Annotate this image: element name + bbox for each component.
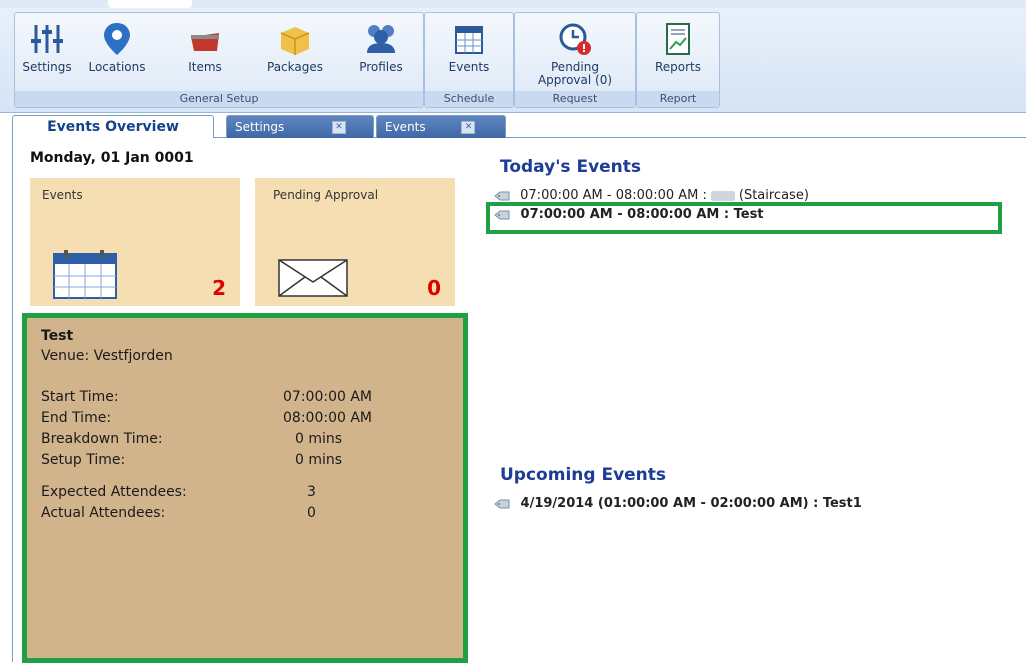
- detail-label-actual-attendees: Actual Attendees:: [41, 505, 166, 521]
- pending-approval-tile-title: Pending Approval: [273, 188, 379, 202]
- tag-icon: [494, 499, 510, 508]
- clock-alert-icon: [559, 23, 591, 55]
- settings-label: Settings: [22, 60, 72, 74]
- detail-value-actual-attendees: 0: [307, 505, 316, 521]
- today-event-item-selected[interactable]: 07:00:00 AM - 08:00:00 AM : Test: [494, 207, 764, 222]
- events-tile[interactable]: Events 2: [30, 178, 240, 306]
- detail-value-start-time: 07:00:00 AM: [283, 389, 372, 405]
- sliders-icon: [31, 25, 63, 53]
- profiles-label: Profiles: [359, 60, 403, 74]
- package-box-icon: [280, 27, 310, 55]
- today-event-location: (Staircase): [738, 188, 809, 203]
- reports-label: Reports: [654, 60, 702, 74]
- detail-value-expected-attendees: 3: [307, 484, 316, 500]
- items-button[interactable]: Items: [175, 19, 235, 89]
- detail-label-start-time: Start Time:: [41, 389, 119, 405]
- panel-left-border: [12, 137, 13, 662]
- tab-events-overview[interactable]: Events Overview: [12, 115, 214, 138]
- tab-events[interactable]: Events ✕: [376, 115, 506, 138]
- report-chart-icon: [666, 23, 690, 55]
- group-request: Pending Approval (0) Request: [514, 12, 636, 108]
- locations-button[interactable]: Locations: [87, 19, 147, 89]
- detail-label-setup-time: Setup Time:: [41, 452, 126, 468]
- pending-approval-button[interactable]: Pending Approval (0): [533, 19, 617, 89]
- events-tile-title: Events: [42, 188, 83, 202]
- event-detail-panel: Test Venue: Vestfjorden Start Time: 07:0…: [22, 313, 468, 663]
- group-label-schedule: Schedule: [425, 91, 513, 107]
- packages-button[interactable]: Packages: [265, 19, 325, 89]
- locations-label: Locations: [88, 60, 146, 74]
- tab-events-close-icon[interactable]: ✕: [461, 121, 476, 134]
- packages-label: Packages: [267, 60, 323, 74]
- event-detail-title: Test: [41, 328, 74, 344]
- settings-button[interactable]: Settings: [17, 19, 77, 89]
- tab-settings-label: Settings: [235, 120, 285, 134]
- reports-button[interactable]: Reports: [648, 19, 708, 89]
- upcoming-events-heading: Upcoming Events: [500, 465, 667, 485]
- detail-value-setup-time: 0 mins: [295, 452, 343, 468]
- today-event-item[interactable]: 07:00:00 AM - 08:00:00 AM : (Staircase): [494, 188, 809, 203]
- group-label-general-setup: General Setup: [15, 91, 423, 107]
- tab-settings[interactable]: Settings ✕: [226, 115, 374, 138]
- calendar-icon: [53, 250, 117, 299]
- events-ribbon-button[interactable]: Events: [439, 19, 499, 89]
- pending-approval-label: Pending Approval (0): [537, 60, 613, 87]
- basket-icon: [191, 33, 219, 51]
- tag-icon: [494, 191, 510, 200]
- document-tabstrip: Events Overview Settings ✕ Events ✕: [12, 115, 1026, 138]
- tag-icon: [494, 210, 510, 219]
- events-ribbon-label: Events: [448, 60, 490, 74]
- group-general-setup: Settings Locations Items Packages Profil…: [14, 12, 424, 108]
- events-count: 2: [212, 276, 226, 300]
- ribbon-top-tab[interactable]: [108, 0, 192, 8]
- tab-events-label: Events: [385, 120, 426, 134]
- redacted-label: [710, 190, 735, 201]
- ribbon-toolbar: Settings Locations Items Packages Profil…: [0, 0, 1026, 113]
- today-event-time: 07:00:00 AM - 08:00:00 AM :: [520, 188, 707, 203]
- detail-value-breakdown-time: 0 mins: [295, 431, 343, 447]
- upcoming-event-text: 4/19/2014 (01:00:00 AM - 02:00:00 AM) : …: [520, 496, 862, 511]
- map-pin-icon: [104, 23, 130, 55]
- todays-events-heading: Today's Events: [500, 157, 642, 177]
- group-label-report: Report: [637, 91, 719, 107]
- upcoming-event-item[interactable]: 4/19/2014 (01:00:00 AM - 02:00:00 AM) : …: [494, 496, 862, 511]
- group-report: Reports Report: [636, 12, 720, 108]
- detail-label-breakdown-time: Breakdown Time:: [41, 431, 163, 447]
- group-label-request: Request: [515, 91, 635, 107]
- pending-approval-count: 0: [427, 276, 441, 300]
- tab-events-overview-label: Events Overview: [47, 119, 179, 135]
- items-label: Items: [188, 60, 222, 74]
- envelope-icon: [278, 259, 348, 297]
- group-schedule: Events Schedule: [424, 12, 514, 108]
- pending-approval-tile[interactable]: Pending Approval 0: [255, 178, 455, 306]
- profiles-button[interactable]: Profiles: [351, 19, 411, 89]
- calendar-icon: [455, 26, 483, 54]
- overview-date: Monday, 01 Jan 0001: [30, 150, 194, 166]
- detail-label-expected-attendees: Expected Attendees:: [41, 484, 187, 500]
- detail-label-end-time: End Time:: [41, 410, 112, 426]
- detail-value-end-time: 08:00:00 AM: [283, 410, 372, 426]
- event-detail-venue: Venue: Vestfjorden: [41, 348, 173, 364]
- tab-settings-close-icon[interactable]: ✕: [332, 121, 347, 134]
- users-icon: [367, 25, 395, 53]
- today-event-selected-text: 07:00:00 AM - 08:00:00 AM : Test: [520, 207, 764, 222]
